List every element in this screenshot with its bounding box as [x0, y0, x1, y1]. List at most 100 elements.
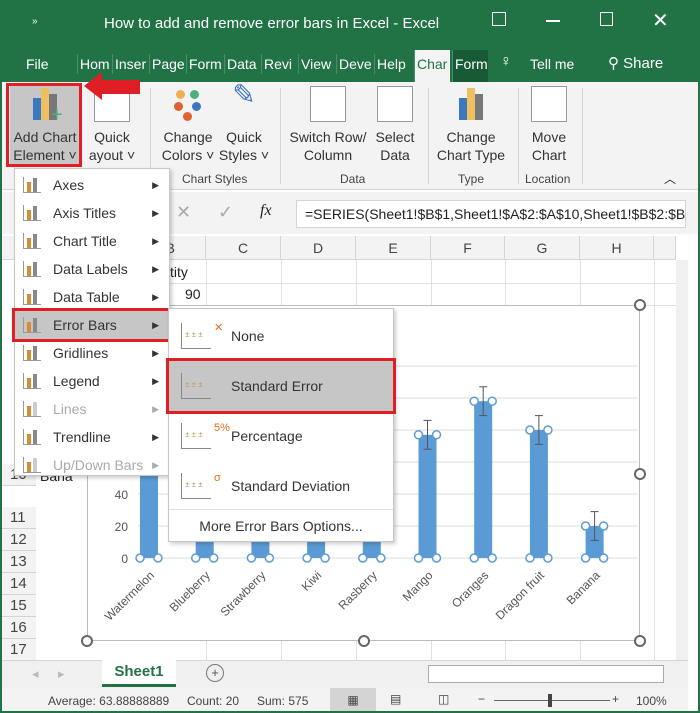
option-label: Standard Deviation — [231, 478, 351, 494]
tab-review[interactable]: Revi — [261, 54, 296, 74]
menu-item-chart-title[interactable]: Chart Title ▶ — [15, 227, 169, 255]
vertical-scrollbar[interactable] — [676, 260, 688, 660]
sheet-tab-bar: ◂ ▸ Sheet1 + — [0, 660, 688, 688]
tab-developer[interactable]: Deve — [336, 54, 372, 74]
row-header-16[interactable]: 16 — [0, 617, 36, 639]
zoom-out-button[interactable]: − — [478, 692, 485, 706]
tab-chart-design[interactable]: Char — [414, 50, 450, 82]
menu-item-axes[interactable]: Axes ▶ — [15, 171, 169, 199]
tab-page-layout[interactable]: Page — [149, 54, 185, 74]
enter-icon[interactable]: ✓ — [218, 202, 233, 223]
ribbon-display-icon[interactable] — [492, 12, 506, 26]
label: Move — [531, 129, 567, 145]
resize-handle[interactable] — [634, 299, 646, 311]
resize-handle[interactable] — [634, 635, 646, 647]
y-tick-label: 20 — [115, 520, 129, 534]
submenu-arrow-icon: ▶ — [152, 404, 159, 414]
label: Change — [163, 129, 213, 145]
row-header-15[interactable]: 15 — [0, 595, 36, 617]
cancel-icon[interactable]: ✕ — [176, 202, 191, 223]
resize-handle[interactable] — [634, 468, 646, 480]
switch-row-column-button[interactable]: Switch Row/Column — [286, 86, 370, 164]
menu-item-axis-titles[interactable]: Axis Titles ▶ — [15, 199, 169, 227]
scroll-sheets-left-icon[interactable]: ◂ — [32, 666, 39, 682]
row-header-13[interactable]: 13 — [0, 551, 36, 573]
new-sheet-button[interactable]: + — [206, 664, 224, 682]
tab-help[interactable]: Help — [374, 54, 410, 74]
page-break-view-icon[interactable]: ◫ — [438, 692, 449, 706]
tab-format[interactable]: Form — [452, 50, 488, 82]
menu-item-label: Error Bars — [53, 317, 117, 333]
page-layout-view-icon[interactable]: ▤ — [390, 692, 401, 706]
error-bars-option-standard-error[interactable]: ± ± ± Standard Error — [166, 358, 396, 414]
row-header-11[interactable]: 11 — [0, 507, 36, 529]
row-header-17[interactable]: 17 — [0, 639, 36, 661]
sheet-tab-sheet1[interactable]: Sheet1 — [102, 660, 176, 687]
change-colors-button[interactable]: Change Colors ˅ — [158, 86, 218, 164]
minimize-icon[interactable] — [546, 20, 560, 22]
zoom-slider[interactable] — [494, 700, 610, 701]
column-header-i[interactable] — [654, 236, 676, 260]
cell-b1[interactable]: tity — [170, 264, 188, 280]
chart-element-icon — [23, 401, 41, 417]
resize-handle[interactable] — [81, 635, 93, 647]
zoom-in-button[interactable]: + — [612, 692, 619, 706]
scroll-sheets-right-icon[interactable]: ▸ — [58, 666, 65, 682]
selection-point — [413, 430, 424, 440]
tab-insert[interactable]: Inser — [112, 54, 147, 74]
normal-view-icon[interactable]: ▦ — [330, 688, 376, 713]
column-header-g[interactable]: G — [505, 236, 580, 260]
column-header-f[interactable]: F — [431, 236, 505, 260]
move-chart-button[interactable]: Move Chart — [522, 86, 576, 164]
insert-function-icon[interactable]: fx — [260, 202, 272, 220]
cell-b2[interactable]: 90 — [185, 286, 201, 302]
tab-data[interactable]: Data — [224, 54, 260, 74]
label: Switch Row/ — [289, 129, 367, 145]
menu-item-data-table[interactable]: Data Table ▶ — [15, 283, 169, 311]
change-chart-type-button[interactable]: Change Chart Type — [434, 86, 508, 164]
bar — [474, 401, 493, 558]
more-error-bars-options[interactable]: More Error Bars Options... — [169, 509, 393, 541]
quick-styles-button[interactable]: ✎ Quick Styles ˅ — [214, 81, 274, 164]
tab-home[interactable]: Hom — [77, 54, 111, 74]
maximize-icon[interactable] — [600, 12, 613, 26]
horizontal-scrollbar[interactable] — [428, 665, 664, 683]
tab-formulas[interactable]: Form — [186, 54, 221, 74]
resize-handle[interactable] — [358, 635, 370, 647]
share-button[interactable]: ⚲ Share — [608, 54, 663, 72]
column-header-c[interactable]: C — [206, 236, 281, 260]
selection-point — [376, 553, 386, 563]
menu-item-gridlines[interactable]: Gridlines ▶ — [15, 339, 169, 367]
divider — [428, 88, 429, 184]
row-header-12[interactable]: 12 — [0, 529, 36, 551]
chart-element-icon — [23, 457, 41, 473]
column-header-h[interactable]: H — [580, 236, 654, 260]
quick-access-toolbar[interactable]: » — [32, 16, 38, 27]
tell-me-search[interactable]: Tell me — [530, 56, 574, 72]
column-header-d[interactable]: D — [281, 236, 356, 260]
menu-item-trendline[interactable]: Trendline ▶ — [15, 423, 169, 451]
zoom-slider-thumb[interactable] — [548, 694, 552, 707]
menu-item-legend[interactable]: Legend ▶ — [15, 367, 169, 395]
selection-point — [190, 553, 201, 563]
error-bars-option-standard-deviation[interactable]: ± ± ± σ Standard Deviation — [169, 461, 393, 511]
menu-item-label: Data Table — [53, 289, 120, 305]
close-icon[interactable]: ✕ — [652, 8, 669, 33]
add-chart-element-menu: Axes ▶ Axis Titles ▶ Chart Title ▶ Data Labels… — [12, 168, 172, 476]
select-data-button[interactable]: Select Data — [370, 86, 420, 164]
row-header-14[interactable]: 14 — [0, 573, 36, 595]
gridline — [654, 260, 655, 660]
column-header-e[interactable]: E — [356, 236, 431, 260]
tab-view[interactable]: View — [298, 54, 334, 74]
menu-item-error-bars[interactable]: Error Bars ▶ — [12, 308, 172, 342]
error-bars-option-percentage[interactable]: ± ± ±5% Percentage — [169, 411, 393, 461]
tab-file[interactable]: File — [24, 54, 51, 74]
error-bars-option-none[interactable]: ± ± ± ✕ None — [169, 311, 393, 361]
collapse-ribbon-icon[interactable]: ︿ — [664, 170, 676, 187]
zoom-level[interactable]: 100% — [636, 694, 667, 708]
formula-input[interactable]: =SERIES(Sheet1!$B$1,Sheet1!$A$2:$A$10,Sh… — [296, 200, 686, 228]
menu-item-data-labels[interactable]: Data Labels ▶ — [15, 255, 169, 283]
label: Column — [303, 147, 353, 163]
selection-point — [302, 553, 312, 563]
label: Chart — [531, 147, 567, 163]
